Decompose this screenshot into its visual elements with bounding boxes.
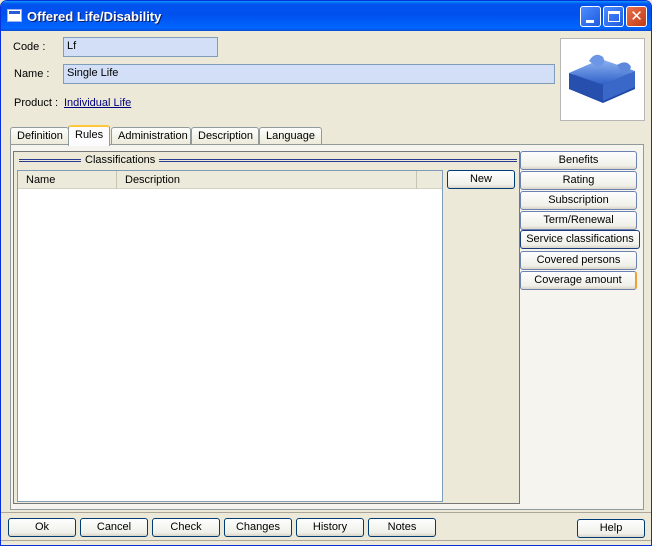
list-header: Name Description — [18, 171, 442, 189]
service-classifications-button[interactable]: Service classifications — [520, 230, 640, 249]
changes-button[interactable]: Changes — [224, 518, 292, 537]
column-header-description[interactable]: Description — [117, 171, 417, 189]
classifications-list[interactable]: Name Description — [17, 170, 443, 502]
subscription-button[interactable]: Subscription — [520, 191, 637, 210]
main-window: Offered Life/Disability ✕ Code : Lf Name… — [0, 0, 652, 546]
product-label: Product : — [14, 97, 59, 109]
term-renewal-button[interactable]: Term/Renewal — [520, 211, 637, 230]
close-button[interactable]: ✕ — [626, 6, 647, 27]
benefits-button[interactable]: Benefits — [520, 151, 637, 170]
tab-administration[interactable]: Administration — [111, 127, 191, 145]
close-icon: ✕ — [630, 8, 643, 25]
tab-definition[interactable]: Definition — [10, 127, 69, 145]
tab-language[interactable]: Language — [259, 127, 322, 145]
help-button[interactable]: Help — [577, 519, 645, 538]
history-button[interactable]: History — [296, 518, 364, 537]
bottom-divider — [1, 540, 651, 541]
coverage-amount-button[interactable]: Coverage amount — [520, 271, 637, 290]
title-bar[interactable]: Offered Life/Disability ✕ — [1, 1, 651, 31]
minimize-icon — [586, 20, 594, 23]
tab-description[interactable]: Description — [191, 127, 259, 145]
classifications-group-title: Classifications — [81, 154, 160, 166]
check-button[interactable]: Check — [152, 518, 220, 537]
window-title: Offered Life/Disability — [27, 9, 162, 24]
name-label: Name : — [14, 68, 50, 80]
form-icon — [7, 9, 22, 22]
ok-button[interactable]: Ok — [8, 518, 76, 537]
product-link[interactable]: Individual Life — [64, 97, 131, 109]
maximize-icon — [608, 11, 620, 22]
rating-button[interactable]: Rating — [520, 171, 637, 190]
maximize-button[interactable] — [603, 6, 624, 27]
column-header-name[interactable]: Name — [18, 171, 117, 189]
code-label: Code : — [13, 41, 46, 53]
new-button[interactable]: New — [447, 170, 515, 189]
name-field[interactable]: Single Life — [63, 64, 555, 84]
code-field[interactable]: Lf — [63, 37, 218, 57]
notes-button[interactable]: Notes — [368, 518, 436, 537]
minimize-button[interactable] — [580, 6, 601, 27]
puzzle-logo — [560, 38, 645, 121]
covered-persons-button[interactable]: Covered persons — [520, 251, 637, 270]
tab-rules[interactable]: Rules — [68, 125, 110, 146]
cancel-button[interactable]: Cancel — [80, 518, 148, 537]
